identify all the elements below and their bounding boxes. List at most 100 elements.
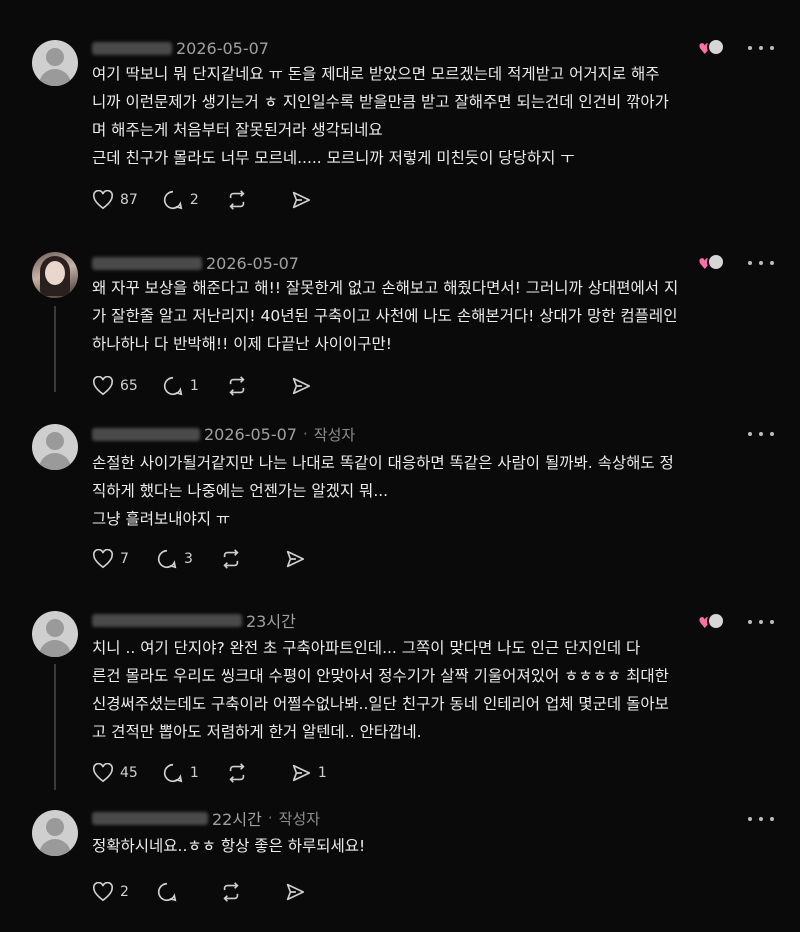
comment-meta: 22시간 · 작성자 <box>92 806 320 830</box>
speech-bubble-icon <box>157 549 177 569</box>
comment-meta: 2026-05-07 · 작성자 <box>92 422 355 446</box>
repost-button[interactable] <box>226 762 266 784</box>
comment-actions: 7 3 <box>92 546 348 572</box>
like-button[interactable]: 65 <box>92 376 138 396</box>
reply-button[interactable]: 1 <box>162 762 202 784</box>
heart-outline-icon <box>92 763 114 783</box>
share-button[interactable] <box>284 881 324 903</box>
repost-button[interactable] <box>220 881 260 903</box>
comment-meta: 2026-05-07 <box>92 251 299 275</box>
repost-arrows-icon <box>223 549 239 569</box>
speech-bubble-icon <box>163 190 183 210</box>
more-dots-icon[interactable] <box>748 809 774 829</box>
heart-outline-icon <box>92 190 114 210</box>
reply-button[interactable]: 3 <box>156 548 196 570</box>
comment-date: 22시간 <box>212 810 262 829</box>
more-dots-icon[interactable] <box>748 424 774 444</box>
comment-line: 고 견적만 뽑아도 저렴하게 한거 알텐데.. 안타깝네. <box>92 723 422 741</box>
share-count: 1 <box>317 765 327 781</box>
author-liked-badge: ♥ <box>698 253 728 275</box>
avatar[interactable] <box>32 424 78 470</box>
paper-plane-icon <box>286 550 305 568</box>
speech-bubble-icon <box>163 376 183 396</box>
repost-button[interactable] <box>220 548 260 570</box>
heart-outline-icon <box>92 549 114 569</box>
comment-date: 2026-05-07 <box>206 253 299 273</box>
comment-line: 직하게 했다는 나중에는 언젠가는 알겠지 뭐... <box>92 482 389 500</box>
avatar[interactable] <box>32 252 78 298</box>
comment-meta: 2026-05-07 <box>92 36 269 60</box>
like-button[interactable]: 7 <box>92 549 132 569</box>
reply-count: 1 <box>189 765 199 781</box>
like-button[interactable]: 45 <box>92 763 138 783</box>
comment-text: 치니 .. 여기 단지야? 완전 초 구축아파트인데... 그쪽이 맞다면 나도… <box>92 634 782 746</box>
author-tag: 작성자 <box>278 809 320 828</box>
comment-line: 왜 자꾸 보상을 해준다고 해!! 잘못한게 없고 손해보고 해줬다면서! 그러… <box>92 279 679 297</box>
comment-line: 여기 딱보니 뭐 단지같네요 ㅠ 돈을 제대로 받았으면 모르겠는데 적게받고 … <box>92 65 660 83</box>
author-liked-badge: ♥ <box>698 612 728 634</box>
comment-text: 손절한 사이가될거같지만 나는 나대로 똑같이 대응하면 똑같은 사람이 될까봐… <box>92 449 782 533</box>
repost-button[interactable] <box>226 375 266 397</box>
heart-outline-icon <box>92 376 114 396</box>
heart-outline-icon <box>92 882 114 902</box>
avatar[interactable] <box>32 40 78 86</box>
comment-line: 며 해주는게 처음부터 잘못된거라 생각되네요 <box>92 121 383 139</box>
reply-count: 3 <box>184 551 193 567</box>
share-button[interactable]: 1 <box>290 762 330 784</box>
comment-meta: 23시간 <box>92 608 296 632</box>
comment-text: 여기 딱보니 뭐 단지같네요 ㅠ 돈을 제대로 받았으면 모르겠는데 적게받고 … <box>92 60 782 172</box>
comment-line: 근데 친구가 몰라도 너무 모르네..... 모르니까 저렇게 미친듯이 당당하… <box>92 149 575 167</box>
repost-arrows-icon <box>223 882 239 902</box>
reply-count: 1 <box>189 378 199 394</box>
repost-button[interactable] <box>226 189 266 211</box>
paper-plane-icon <box>292 377 310 395</box>
comment-line: 하나하나 다 반박해!! 이제 다끝난 사이이구만! <box>92 335 392 353</box>
thread-line <box>54 664 56 790</box>
like-count: 2 <box>120 884 129 900</box>
username-redacted[interactable] <box>92 811 208 825</box>
username-redacted[interactable] <box>92 41 172 55</box>
comment-line: 가 잘한줄 알고 저난리지! 40년된 구축이고 사천에 나도 손해본거다! 상… <box>92 307 678 325</box>
like-count: 87 <box>120 192 138 208</box>
comment-date: 23시간 <box>246 612 296 631</box>
more-dots-icon[interactable] <box>748 38 774 58</box>
comment-actions: 45 1 1 <box>92 760 354 786</box>
comment-line: 정확하시네요..ㅎㅎ 항상 좋은 하루되세요! <box>92 837 366 855</box>
paper-plane-icon <box>292 191 310 209</box>
comment-text: 왜 자꾸 보상을 해준다고 해!! 잘못한게 없고 손해보고 해줬다면서! 그러… <box>92 274 782 358</box>
comment-date: 2026-05-07 <box>204 424 297 444</box>
avatar[interactable] <box>32 611 78 657</box>
more-dots-icon[interactable] <box>748 612 774 632</box>
comment-actions: 65 1 <box>92 373 354 399</box>
more-dots-icon[interactable] <box>748 253 774 273</box>
reply-button[interactable]: 1 <box>162 375 202 397</box>
like-count: 7 <box>120 551 129 567</box>
avatar[interactable] <box>32 810 78 856</box>
comment-text: 정확하시네요..ㅎㅎ 항상 좋은 하루되세요! <box>92 832 782 860</box>
speech-bubble-icon <box>157 882 177 902</box>
share-button[interactable] <box>290 189 330 211</box>
repost-arrows-icon <box>229 190 245 210</box>
reply-button[interactable]: 2 <box>162 189 202 211</box>
like-button[interactable]: 2 <box>92 882 132 902</box>
like-count: 45 <box>120 765 138 781</box>
paper-plane-icon <box>292 764 310 782</box>
comment-actions: 87 2 <box>92 187 354 213</box>
like-button[interactable]: 87 <box>92 190 138 210</box>
repost-arrows-icon <box>229 763 245 783</box>
reply-count: 2 <box>189 192 199 208</box>
username-redacted[interactable] <box>92 427 200 441</box>
separator-dot: · <box>267 809 273 827</box>
comment-line: 른건 몰라도 우리도 씽크대 수평이 안맞아서 정수기가 살짝 기울어져있어 ㅎ… <box>92 667 669 685</box>
comment-line: 니까 이런문제가 생기는거 ㅎ 지인일수록 받을만큼 받고 잘해주면 되는건데 … <box>92 93 669 111</box>
comment-line: 그냥 흘려보내야지 ㅠ <box>92 510 231 528</box>
comment-line: 신경써주셨는데도 구축이라 어쩔수없나봐..일단 친구가 동네 인테리어 업체 … <box>92 695 669 713</box>
comment-date: 2026-05-07 <box>176 38 269 58</box>
username-redacted[interactable] <box>92 613 242 627</box>
share-button[interactable] <box>290 375 330 397</box>
username-redacted[interactable] <box>92 256 202 270</box>
reply-button[interactable] <box>156 881 196 903</box>
share-button[interactable] <box>284 548 324 570</box>
speech-bubble-icon <box>163 763 183 783</box>
paper-plane-icon <box>286 883 305 901</box>
